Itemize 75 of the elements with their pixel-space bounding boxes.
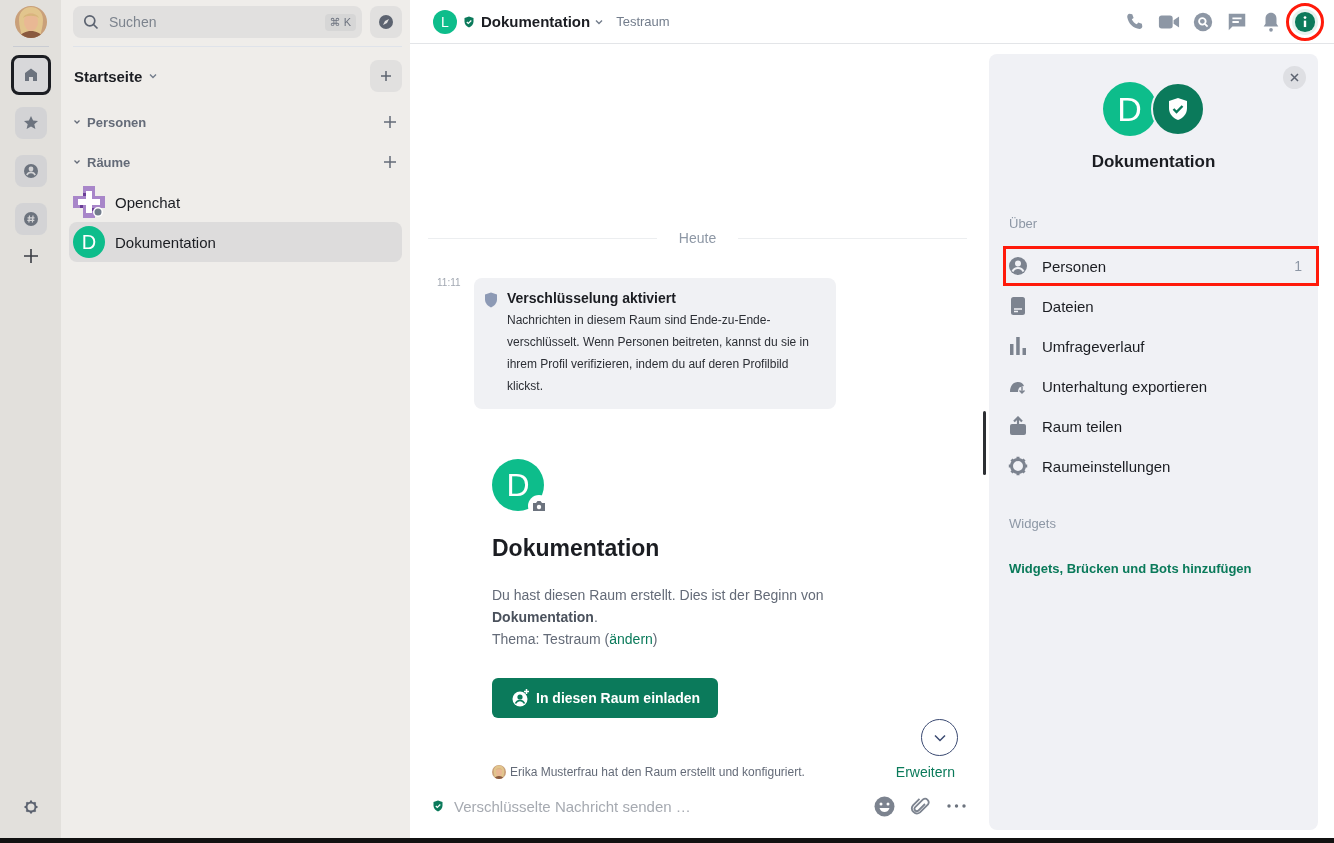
person-icon [22, 163, 39, 179]
scrollbar[interactable] [983, 411, 986, 475]
bar-chart-icon [1008, 336, 1028, 356]
search-input[interactable]: Suchen [107, 13, 317, 31]
event-text: Erika Musterfrau hat den Raum erstellt und konfiguriert. [510, 765, 805, 779]
person-add-icon [512, 689, 530, 707]
shield-check-icon [1166, 97, 1189, 121]
person-space-button[interactable] [14, 155, 47, 187]
emoji-button[interactable] [873, 795, 895, 817]
timestamp: 11:11 [436, 277, 462, 288]
search-icon [1192, 10, 1214, 33]
room-name: Dokumentation [1090, 152, 1217, 172]
cross-logo-icon [73, 186, 105, 218]
section-heading: Widgets [1009, 516, 1057, 531]
plus-icon[interactable] [384, 116, 396, 128]
section-heading: Über [1009, 216, 1039, 231]
star-icon [22, 115, 39, 131]
menu-item[interactable]: Raumeinstellungen [1003, 446, 1319, 486]
change-topic-link[interactable]: ändern [609, 631, 653, 647]
menu-item[interactable]: Unterhaltung exportieren [1003, 366, 1319, 406]
room-item[interactable]: Openchat [69, 182, 402, 222]
notice-title: Verschlüsselung aktiviert [507, 290, 677, 306]
chevron-down-icon [148, 71, 159, 81]
hash-space-button[interactable] [14, 203, 47, 235]
smiley-icon [873, 795, 895, 817]
room-avatar: D [73, 226, 105, 258]
person-icon [1008, 256, 1028, 276]
topic-line: Thema: Testraum (ändern) [492, 630, 659, 649]
menu-item[interactable]: Dateien [1003, 286, 1319, 326]
attach-button[interactable] [909, 795, 931, 817]
keyboard-shortcut: ⌘ K [324, 13, 356, 31]
shield-icon [484, 292, 498, 308]
close-button[interactable] [1283, 66, 1306, 89]
room-topic: Testraum [616, 14, 670, 29]
info-icon [1294, 10, 1316, 33]
search-icon [83, 14, 99, 30]
compass-icon [378, 14, 394, 30]
paperclip-icon [909, 795, 931, 817]
close-icon [1290, 73, 1299, 82]
member-count: 1 [1294, 258, 1302, 274]
settings-icon[interactable] [22, 799, 39, 815]
home-space-button[interactable] [10, 55, 51, 95]
explore-button[interactable] [370, 6, 402, 38]
add-button[interactable] [370, 60, 402, 92]
plus-icon [380, 68, 392, 84]
room-name: Dokumentation [492, 535, 661, 562]
plus-icon[interactable] [23, 249, 38, 263]
menu-item[interactable]: Raum teilen [1003, 406, 1319, 446]
hash-icon [22, 211, 39, 227]
chevron-down-icon [73, 118, 81, 126]
chevron-down-icon [933, 733, 946, 742]
star-space-button[interactable] [14, 107, 47, 139]
plus-icon[interactable] [384, 156, 396, 168]
menu-item[interactable]: Personen 1 [1003, 246, 1319, 286]
home-icon [22, 67, 39, 83]
document-icon [1008, 296, 1028, 316]
add-widgets-link[interactable]: Widgets, Brücken und Bots hinzufügen [1009, 561, 1252, 576]
section-header[interactable]: Räume [73, 154, 131, 170]
chevron-down-icon [73, 158, 81, 166]
upload-icon [1008, 416, 1028, 436]
home-menu[interactable]: Startseite [73, 67, 159, 85]
gear-icon [1008, 456, 1028, 476]
invite-button[interactable]: In diesen Raum einladen [492, 678, 719, 718]
intro-text: Du hast diesen Raum erstellt. Dies ist der Beginn von Dokumentation. [492, 586, 825, 627]
room-title[interactable]: Dokumentation [481, 13, 605, 30]
room-item[interactable]: D Dokumentation [69, 222, 402, 262]
camera-icon[interactable] [532, 500, 546, 512]
expand-link[interactable]: Erweitern [895, 764, 955, 780]
more-icon [945, 804, 967, 808]
room-avatar: L [433, 9, 457, 34]
scroll-down-button[interactable] [921, 719, 958, 756]
notice-text: Nachrichten in diesem Raum sind Ende-zu-Ende-verschlüsselt. Wenn Personen beitreten, kannst du sie in ihrem Profil verifizieren, indem du auf deren Profilbild klickst. [507, 312, 810, 395]
section-header[interactable]: Personen [73, 114, 147, 130]
date-separator: Heute [678, 230, 717, 246]
menu-item[interactable]: Umfrageverlauf [1003, 326, 1319, 366]
